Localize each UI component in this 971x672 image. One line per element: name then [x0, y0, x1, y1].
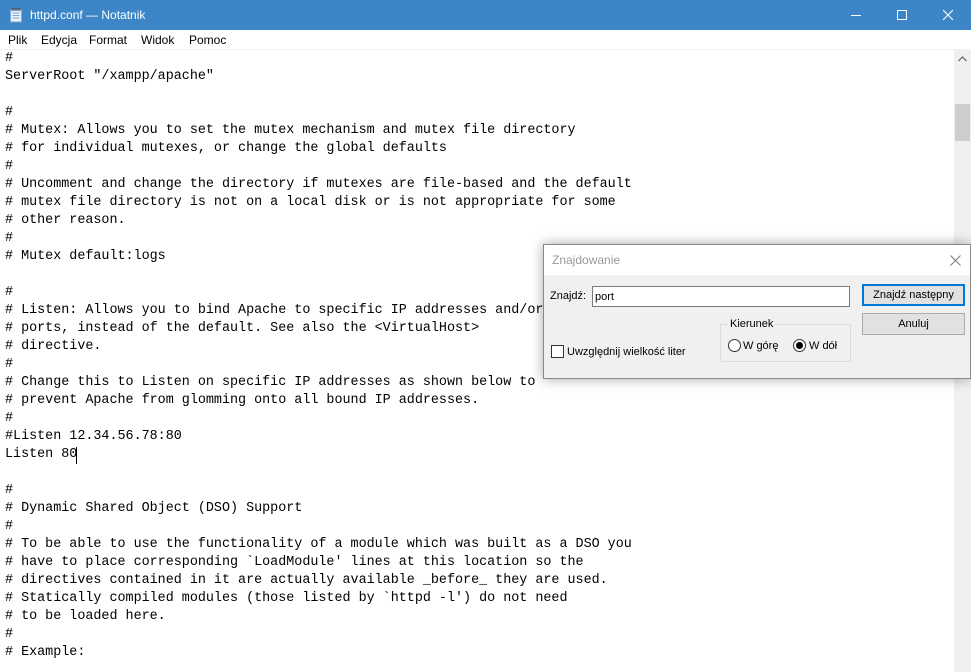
- editor-line: # Uncomment and change the directory if …: [5, 177, 632, 192]
- editor-line: # Dynamic Shared Object (DSO) Support: [5, 501, 303, 516]
- editor-line: # mutex file directory is not on a local…: [5, 195, 616, 210]
- maximize-icon: [897, 10, 907, 20]
- menu-edit[interactable]: Edycja: [40, 32, 78, 48]
- editor-line: # other reason.: [5, 213, 126, 228]
- menu-view[interactable]: Widok: [140, 32, 175, 48]
- menu-bar: Plik Edycja Format Widok Pomoc: [0, 30, 971, 50]
- editor-line: # Listen: Allows you to bind Apache to s…: [5, 303, 544, 318]
- window-title: httpd.conf — Notatnik: [30, 8, 146, 22]
- direction-down-radio[interactable]: [793, 339, 806, 352]
- editor-line: #: [5, 357, 14, 372]
- close-icon: [949, 254, 961, 266]
- direction-up-label[interactable]: W górę: [743, 340, 778, 353]
- editor-line: ServerRoot "/xampp/apache": [5, 69, 214, 84]
- direction-group-title: Kierunek: [728, 318, 776, 331]
- editor-line: # directives contained in it are actuall…: [5, 573, 608, 588]
- minimize-button[interactable]: [833, 0, 879, 30]
- editor-line: # prevent Apache from glomming onto all …: [5, 393, 480, 408]
- editor-line: #Listen 12.34.56.78:80: [5, 429, 182, 444]
- editor-line: #: [5, 231, 14, 246]
- menu-format[interactable]: Format: [88, 32, 128, 48]
- editor-line: # Mutex: Allows you to set the mutex mec…: [5, 123, 576, 138]
- chevron-up-icon: [958, 55, 967, 61]
- find-next-button[interactable]: Znajdź następny: [862, 284, 965, 306]
- editor-line: # To be able to use the functionality of…: [5, 537, 632, 552]
- editor-line: # directive.: [5, 339, 102, 354]
- find-dialog: Znajdowanie Znajdź: Znajdź następny Anul…: [543, 244, 971, 379]
- editor-line: #: [5, 483, 14, 498]
- editor-line: # for individual mutexes, or change the …: [5, 141, 447, 156]
- maximize-button[interactable]: [879, 0, 925, 30]
- editor-line: #: [5, 159, 14, 174]
- text-caret: [76, 447, 77, 464]
- minimize-icon: [851, 15, 861, 16]
- editor-line: #: [5, 105, 14, 120]
- editor-line: #: [5, 519, 14, 534]
- close-button[interactable]: [925, 0, 971, 30]
- dialog-title: Znajdowanie: [552, 253, 621, 267]
- editor-line: # ports, instead of the default. See als…: [5, 321, 480, 336]
- dialog-title-bar[interactable]: Znajdowanie: [544, 245, 970, 275]
- find-input[interactable]: [592, 286, 850, 307]
- editor-line: #: [5, 627, 14, 642]
- notepad-icon: [8, 7, 24, 23]
- editor-line: # Change this to Listen on specific IP a…: [5, 375, 536, 390]
- editor-line: # have to place corresponding `LoadModul…: [5, 555, 584, 570]
- match-case-label[interactable]: Uwzględnij wielkość liter: [567, 346, 686, 359]
- cancel-button[interactable]: Anuluj: [862, 313, 965, 335]
- editor-line: #: [5, 411, 14, 426]
- editor-line: Listen 80: [5, 447, 78, 462]
- dialog-close-button[interactable]: [944, 251, 966, 269]
- editor-line: # Statically compiled modules (those lis…: [5, 591, 568, 606]
- match-case-checkbox[interactable]: [551, 345, 564, 358]
- editor-line: # Mutex default:logs: [5, 249, 166, 264]
- editor-line: # to be loaded here.: [5, 609, 166, 624]
- find-label: Znajdź:: [550, 290, 587, 302]
- menu-file[interactable]: Plik: [7, 32, 28, 48]
- direction-down-label[interactable]: W dół: [809, 340, 837, 353]
- menu-help[interactable]: Pomoc: [188, 32, 227, 48]
- title-bar[interactable]: httpd.conf — Notatnik: [0, 0, 971, 30]
- close-icon: [943, 10, 953, 20]
- editor-line: # Example:: [5, 645, 86, 660]
- editor-line: #: [5, 285, 14, 300]
- scroll-up-button[interactable]: [954, 50, 971, 67]
- scroll-thumb[interactable]: [955, 104, 970, 141]
- editor-line: #: [5, 51, 14, 66]
- direction-up-radio[interactable]: [728, 339, 741, 352]
